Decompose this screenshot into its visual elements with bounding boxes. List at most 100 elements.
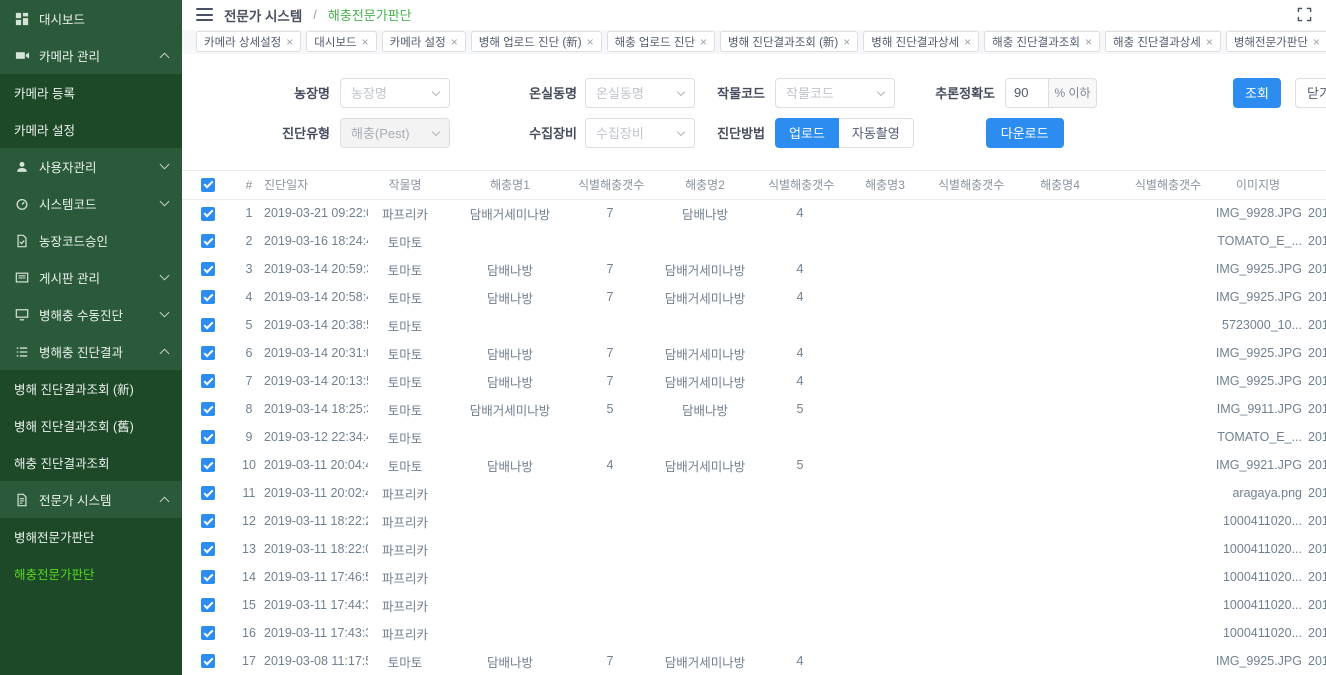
row-checkbox[interactable] — [201, 207, 215, 221]
tab[interactable]: 카메라 상세설정 × — [196, 31, 301, 52]
tab[interactable]: 병해 업로드 진단 (新) × — [471, 31, 602, 52]
tab-close-icon[interactable]: × — [362, 36, 369, 48]
accuracy-label: 추론정확도 — [895, 83, 995, 102]
sidebar-item-pest-result[interactable]: 해충 진단결과조회 — [0, 444, 182, 481]
sidebar-item-expert-system[interactable]: 전문가 시스템 — [0, 481, 182, 518]
table-row[interactable]: 52019-03-14 20:38:56토마토5723000_10...2019 — [182, 311, 1326, 339]
tab[interactable]: 해충 진단결과상세 × — [1105, 31, 1221, 52]
cell-checkbox — [182, 647, 234, 675]
crop-code-select[interactable]: 작물코드 — [775, 78, 895, 108]
table-row[interactable]: 92019-03-12 22:34:44토마토TOMATO_E_...2019 — [182, 423, 1326, 451]
cell-num: 15 — [234, 591, 264, 619]
table-row[interactable]: 162019-03-11 17:43:34파프리카1000411020...20… — [182, 619, 1326, 647]
row-checkbox[interactable] — [201, 458, 215, 472]
row-checkbox[interactable] — [201, 514, 215, 528]
sidebar-item-pest-expert-judgment[interactable]: 해충전문가판단 — [0, 555, 182, 592]
tab[interactable]: 병해전문가판단 × — [1226, 31, 1326, 52]
tab[interactable]: 해충 업로드 진단 × — [607, 31, 715, 52]
table-row[interactable]: 132019-03-11 18:22:03파프리카1000411020...20… — [182, 535, 1326, 563]
farm-label: 농장명 — [182, 83, 330, 102]
row-checkbox[interactable] — [201, 430, 215, 444]
sidebar-item-dashboard[interactable]: 대시보드 — [0, 0, 182, 37]
cell-extra: 2019 — [1302, 423, 1326, 451]
tab-close-icon[interactable]: × — [451, 36, 458, 48]
table-row[interactable]: 72019-03-14 20:13:53토마토담배나방7담배거세미나방4IMG_… — [182, 367, 1326, 395]
cell-count2: 5 — [768, 395, 832, 423]
tab-close-icon[interactable]: × — [1085, 36, 1092, 48]
select-all-checkbox[interactable] — [201, 178, 215, 192]
sidebar-item-camera-register[interactable]: 카메라 등록 — [0, 74, 182, 111]
sidebar-item-user-management[interactable]: 사용자관리 — [0, 148, 182, 185]
tab-close-icon[interactable]: × — [843, 36, 850, 48]
device-select[interactable]: 수집장비 — [585, 118, 695, 148]
tab-close-icon[interactable]: × — [587, 36, 594, 48]
row-checkbox[interactable] — [201, 290, 215, 304]
tab-close-icon[interactable]: × — [964, 36, 971, 48]
row-checkbox[interactable] — [201, 486, 215, 500]
row-checkbox[interactable] — [201, 654, 215, 668]
sidebar-item-board-management[interactable]: 게시판 관리 — [0, 259, 182, 296]
download-button[interactable]: 다운로드 — [986, 118, 1064, 148]
table-row[interactable]: 172019-03-08 11:17:59토마토담배나방7담배거세미나방4IMG… — [182, 647, 1326, 675]
row-checkbox[interactable] — [201, 626, 215, 640]
farm-select[interactable]: 농장명 — [340, 78, 450, 108]
sidebar-item-disease-result-new[interactable]: 병해 진단결과조회 (新) — [0, 370, 182, 407]
table-row[interactable]: 82019-03-14 18:25:32토마토담배거세미나방5담배나방5IMG_… — [182, 395, 1326, 423]
table-row[interactable]: 142019-03-11 17:46:58파프리카1000411020...20… — [182, 563, 1326, 591]
cell-extra: 2019 — [1302, 367, 1326, 395]
hamburger-menu-icon[interactable] — [196, 8, 213, 21]
sidebar-item-camera-settings[interactable]: 카메라 설정 — [0, 111, 182, 148]
accuracy-input[interactable] — [1005, 78, 1049, 108]
tab[interactable]: 병해 진단결과조회 (新) × — [720, 31, 858, 52]
sidebar-item-disease-result-old[interactable]: 병해 진단결과조회 (舊) — [0, 407, 182, 444]
diagnosis-method-toggle: 업로드 자동촬영 — [775, 118, 914, 148]
sidebar-item-system-code[interactable]: 시스템코드 — [0, 185, 182, 222]
row-checkbox[interactable] — [201, 374, 215, 388]
row-checkbox[interactable] — [201, 598, 215, 612]
row-checkbox[interactable] — [201, 542, 215, 556]
search-button[interactable]: 조회 — [1233, 78, 1281, 108]
table-row[interactable]: 112019-03-11 20:02:41파프리카aragaya.png2019 — [182, 479, 1326, 507]
cell-pest1 — [442, 591, 578, 619]
sidebar-item-diagnosis-results[interactable]: 병해충 진단결과 — [0, 333, 182, 370]
cell-count1: 5 — [578, 395, 642, 423]
table-row[interactable]: 32019-03-14 20:59:38토마토담배나방7담배거세미나방4IMG_… — [182, 255, 1326, 283]
sidebar-item-farm-code-approval[interactable]: 농장코드승인 — [0, 222, 182, 259]
table-row[interactable]: 22019-03-16 18:24:43토마토TOMATO_E_...2019 — [182, 227, 1326, 255]
filter-row-2: 진단유형 해충(Pest) 수집장비 수집장비 진단방법 업로드 자동촬영 다운… — [182, 118, 1326, 148]
close-button[interactable]: 닫기 — [1295, 78, 1326, 108]
tab[interactable]: 병해 진단결과상세 × — [863, 31, 979, 52]
tab-close-icon[interactable]: × — [1206, 36, 1213, 48]
diagnosis-type-select[interactable]: 해충(Pest) — [340, 118, 450, 148]
cell-image: IMG_9921.JPG — [1214, 451, 1302, 479]
greenhouse-select[interactable]: 온실동명 — [585, 78, 695, 108]
cell-pest2: 담배나방 — [642, 199, 768, 227]
row-checkbox[interactable] — [201, 234, 215, 248]
tab[interactable]: 카메라 설정 × — [382, 31, 466, 52]
cell-count4 — [1122, 255, 1214, 283]
row-checkbox[interactable] — [201, 402, 215, 416]
tab-close-icon[interactable]: × — [700, 36, 707, 48]
table-row[interactable]: 102019-03-11 20:04:40토마토담배나방4담배거세미나방5IMG… — [182, 451, 1326, 479]
tab-close-icon[interactable]: × — [1313, 36, 1320, 48]
fullscreen-icon[interactable] — [1297, 7, 1312, 22]
upload-method-button[interactable]: 업로드 — [775, 118, 839, 148]
tab[interactable]: 해충 진단결과조회 × — [984, 31, 1100, 52]
tab[interactable]: 대시보드 × — [306, 31, 376, 52]
table-row[interactable]: 12019-03-21 09:22:00파프리카담배거세미나방7담배나방4IMG… — [182, 199, 1326, 227]
sidebar-item-disease-expert-judgment[interactable]: 병해전문가판단 — [0, 518, 182, 555]
row-checkbox[interactable] — [201, 570, 215, 584]
table-row[interactable]: 62019-03-14 20:31:03토마토담배나방7담배거세미나방4IMG_… — [182, 339, 1326, 367]
tab-close-icon[interactable]: × — [286, 36, 293, 48]
row-checkbox[interactable] — [201, 262, 215, 276]
table-row[interactable]: 122019-03-11 18:22:20파프리카1000411020...20… — [182, 507, 1326, 535]
sidebar-item-manual-diagnosis[interactable]: 병해충 수동진단 — [0, 296, 182, 333]
row-checkbox[interactable] — [201, 318, 215, 332]
auto-capture-method-button[interactable]: 자동촬영 — [839, 118, 914, 148]
table-row[interactable]: 42019-03-14 20:58:46토마토담배나방7담배거세미나방4IMG_… — [182, 283, 1326, 311]
table-row[interactable]: 152019-03-11 17:44:33파프리카1000411020...20… — [182, 591, 1326, 619]
sidebar-item-camera-management[interactable]: 카메라 관리 — [0, 37, 182, 74]
cell-count4 — [1122, 423, 1214, 451]
farm-select-placeholder: 농장명 — [351, 83, 387, 102]
row-checkbox[interactable] — [201, 346, 215, 360]
